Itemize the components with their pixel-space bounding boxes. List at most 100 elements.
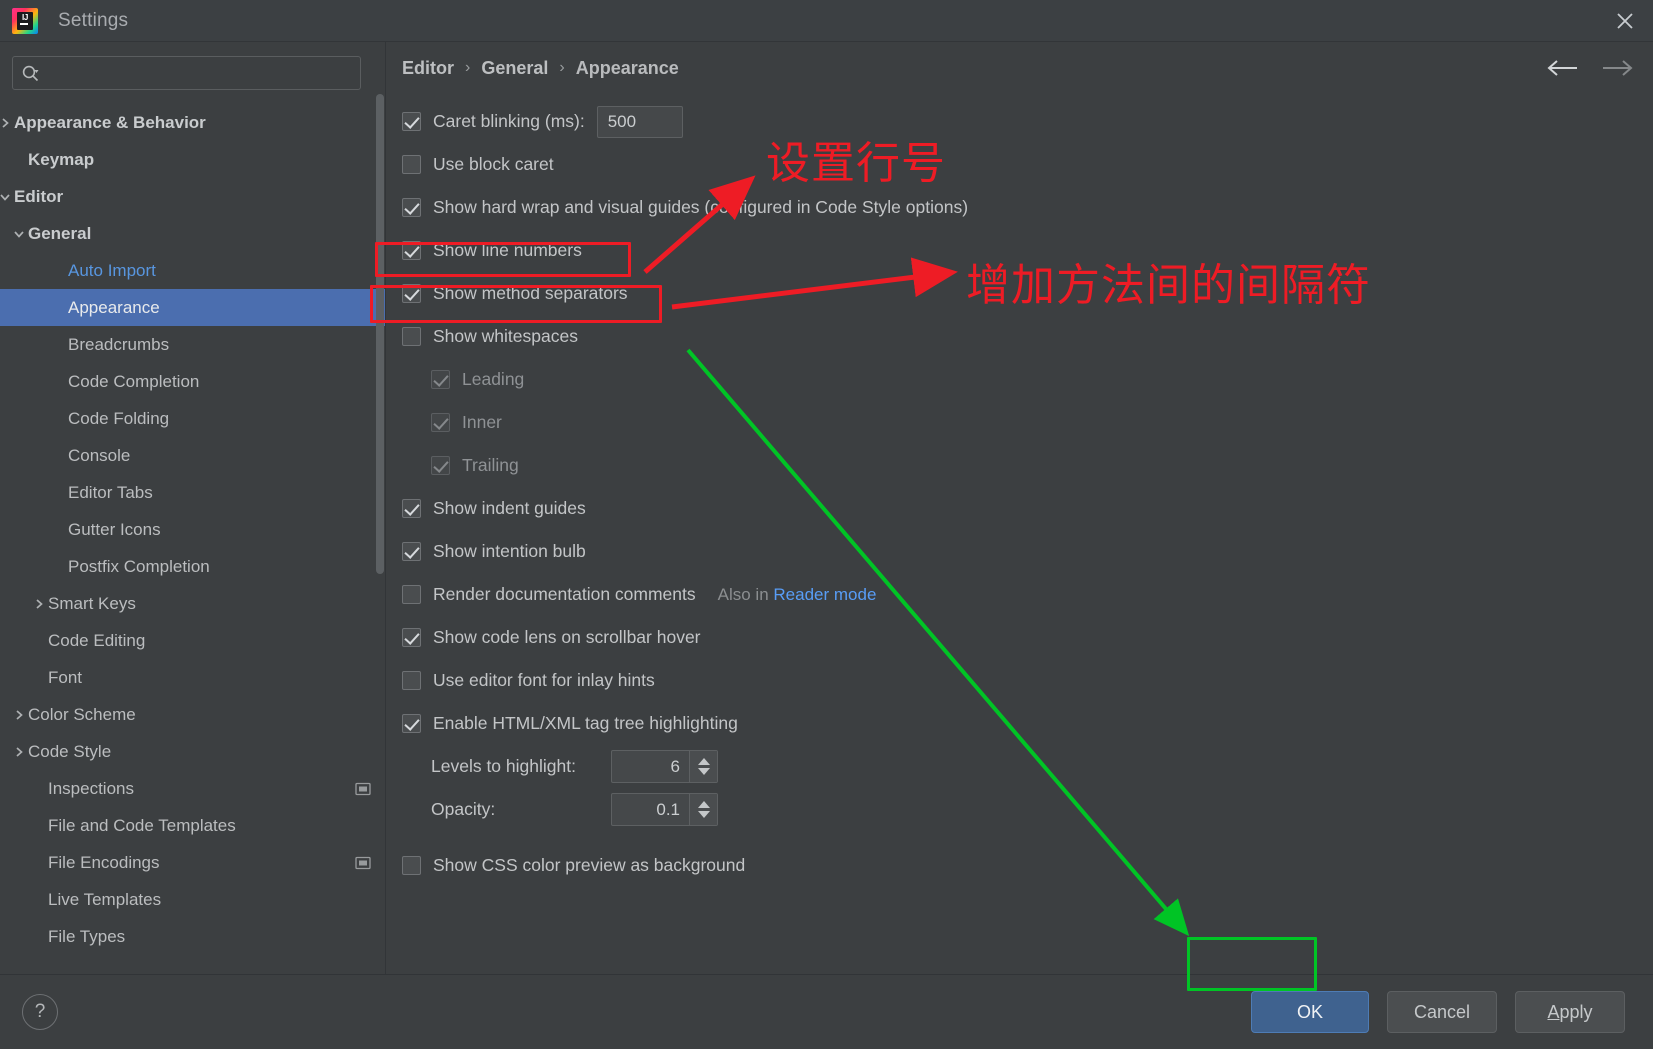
sidebar-item-postfix-completion[interactable]: Postfix Completion xyxy=(0,548,385,585)
leading-label: Leading xyxy=(462,369,525,389)
sidebar-item-code-completion[interactable]: Code Completion xyxy=(0,363,385,400)
search-box[interactable] xyxy=(12,56,361,90)
chevron-right-icon[interactable] xyxy=(0,116,14,130)
help-button[interactable]: ? xyxy=(22,994,58,1030)
show-indent-guides-label: Show indent guides xyxy=(433,498,586,518)
enable-tag-tree-label: Enable HTML/XML tag tree highlighting xyxy=(433,713,738,733)
sidebar-item-smart-keys[interactable]: Smart Keys xyxy=(0,585,385,622)
search-icon xyxy=(21,64,40,83)
show-whitespaces-checkbox[interactable] xyxy=(402,327,421,346)
sidebar-item-appearance[interactable]: Appearance xyxy=(0,289,385,326)
stepper-arrows-icon[interactable] xyxy=(689,794,717,825)
show-line-numbers-checkbox[interactable] xyxy=(402,241,421,260)
window-body: Appearance & Behavior Keymap Editor General… xyxy=(0,42,1653,974)
enable-tag-tree-checkbox[interactable] xyxy=(402,714,421,733)
settings-sidebar: Appearance & Behavior Keymap Editor General… xyxy=(0,42,386,974)
inner-label: Inner xyxy=(462,412,502,432)
sidebar-item-console[interactable]: Console xyxy=(0,437,385,474)
opacity-value[interactable]: 0.1 xyxy=(612,794,689,825)
sidebar-item-keymap[interactable]: Keymap xyxy=(0,141,385,178)
intellij-idea-icon: IJ xyxy=(12,7,38,34)
show-method-separators-checkbox[interactable] xyxy=(402,284,421,303)
reader-mode-link[interactable]: Reader mode xyxy=(773,585,876,604)
chevron-down-icon[interactable] xyxy=(10,227,28,241)
sidebar-item-code-editing[interactable]: Code Editing xyxy=(0,622,385,659)
breadcrumb: Editor › General › Appearance xyxy=(386,42,1653,94)
sidebar-item-gutter-icons[interactable]: Gutter Icons xyxy=(0,511,385,548)
option-show-method-separators: Show method separators xyxy=(402,272,1653,315)
opacity-stepper[interactable]: 0.1 xyxy=(611,793,718,826)
chevron-right-icon: › xyxy=(559,59,565,76)
use-editor-font-inlay-checkbox[interactable] xyxy=(402,671,421,690)
settings-window: IJ Settings Appearance & Behavior Keymap… xyxy=(0,0,1653,1049)
chevron-right-icon[interactable] xyxy=(10,745,28,759)
sidebar-item-label: Inspections xyxy=(48,778,134,798)
show-code-lens-checkbox[interactable] xyxy=(402,628,421,647)
option-use-editor-font-inlay: Use editor font for inlay hints xyxy=(402,659,1653,702)
sidebar-item-appearance-behavior[interactable]: Appearance & Behavior xyxy=(0,104,385,141)
sidebar-scrollbar[interactable] xyxy=(376,94,384,574)
sidebar-item-label: General xyxy=(28,223,92,243)
show-hard-wrap-label: Show hard wrap and visual guides (config… xyxy=(433,197,969,217)
caret-blinking-checkbox[interactable] xyxy=(402,112,421,131)
settings-tree[interactable]: Appearance & Behavior Keymap Editor General… xyxy=(0,100,385,974)
breadcrumb-item-general[interactable]: General xyxy=(481,58,548,79)
sidebar-item-editor[interactable]: Editor xyxy=(0,178,385,215)
sidebar-item-font[interactable]: Font xyxy=(0,659,385,696)
ok-button[interactable]: OK xyxy=(1251,991,1369,1033)
cancel-button[interactable]: Cancel xyxy=(1387,991,1497,1033)
option-show-intention-bulb: Show intention bulb xyxy=(402,530,1653,573)
sidebar-item-label: Smart Keys xyxy=(48,593,136,613)
sidebar-item-file-encodings[interactable]: File Encodings xyxy=(0,844,385,881)
trailing-checkbox[interactable] xyxy=(431,456,450,475)
show-css-color-preview-checkbox[interactable] xyxy=(402,856,421,875)
dialog-footer: ? OK Cancel Apply xyxy=(0,974,1653,1049)
sidebar-item-label: File Types xyxy=(48,926,126,946)
render-doc-comments-label: Render documentation comments xyxy=(433,584,696,604)
sidebar-item-breadcrumbs[interactable]: Breadcrumbs xyxy=(0,326,385,363)
sidebar-item-label: Gutter Icons xyxy=(68,519,161,539)
chevron-right-icon[interactable] xyxy=(10,708,28,722)
render-doc-comments-checkbox[interactable] xyxy=(402,585,421,604)
window-title: Settings xyxy=(58,9,129,31)
arrow-right-icon[interactable] xyxy=(1601,58,1635,78)
search-input[interactable] xyxy=(46,65,352,81)
sidebar-item-file-types[interactable]: File Types xyxy=(0,918,385,955)
use-block-caret-checkbox[interactable] xyxy=(402,155,421,174)
show-hard-wrap-checkbox[interactable] xyxy=(402,198,421,217)
option-trailing: Trailing xyxy=(402,444,1653,487)
chevron-down-icon[interactable] xyxy=(0,190,14,204)
sidebar-item-color-scheme[interactable]: Color Scheme xyxy=(0,696,385,733)
leading-checkbox[interactable] xyxy=(431,370,450,389)
sidebar-item-label: File and Code Templates xyxy=(48,815,236,835)
sidebar-item-editor-tabs[interactable]: Editor Tabs xyxy=(0,474,385,511)
chevron-right-icon[interactable] xyxy=(30,597,48,611)
option-enable-tag-tree: Enable HTML/XML tag tree highlighting xyxy=(402,702,1653,745)
sidebar-item-general[interactable]: General xyxy=(0,215,385,252)
sidebar-item-label: Editor Tabs xyxy=(68,482,153,502)
sidebar-item-code-style[interactable]: Code Style xyxy=(0,733,385,770)
apply-button[interactable]: Apply xyxy=(1515,991,1625,1033)
levels-to-highlight-value[interactable]: 6 xyxy=(612,751,689,782)
inner-checkbox[interactable] xyxy=(431,413,450,432)
sidebar-item-auto-import[interactable]: Auto Import xyxy=(0,252,385,289)
sidebar-item-code-folding[interactable]: Code Folding xyxy=(0,400,385,437)
levels-to-highlight-stepper[interactable]: 6 xyxy=(611,750,718,783)
caret-blinking-input[interactable]: 500 xyxy=(596,105,683,138)
project-scope-icon xyxy=(355,856,371,870)
sidebar-item-label: Breadcrumbs xyxy=(68,334,170,354)
sidebar-item-label: Postfix Completion xyxy=(68,556,210,576)
sidebar-item-live-templates[interactable]: Live Templates xyxy=(0,881,385,918)
close-icon[interactable] xyxy=(1597,0,1653,42)
opacity-label: Opacity: xyxy=(431,799,496,819)
breadcrumb-item-editor[interactable]: Editor xyxy=(402,58,454,79)
sidebar-item-inspections[interactable]: Inspections xyxy=(0,770,385,807)
sidebar-item-file-and-code-templates[interactable]: File and Code Templates xyxy=(0,807,385,844)
show-line-numbers-label: Show line numbers xyxy=(433,240,582,260)
show-intention-bulb-checkbox[interactable] xyxy=(402,542,421,561)
option-show-css-color-preview: Show CSS color preview as background xyxy=(402,844,1653,887)
stepper-arrows-icon[interactable] xyxy=(689,751,717,782)
show-indent-guides-checkbox[interactable] xyxy=(402,499,421,518)
option-levels-to-highlight: Levels to highlight: 6 xyxy=(402,745,1653,788)
arrow-left-icon[interactable] xyxy=(1545,58,1579,78)
